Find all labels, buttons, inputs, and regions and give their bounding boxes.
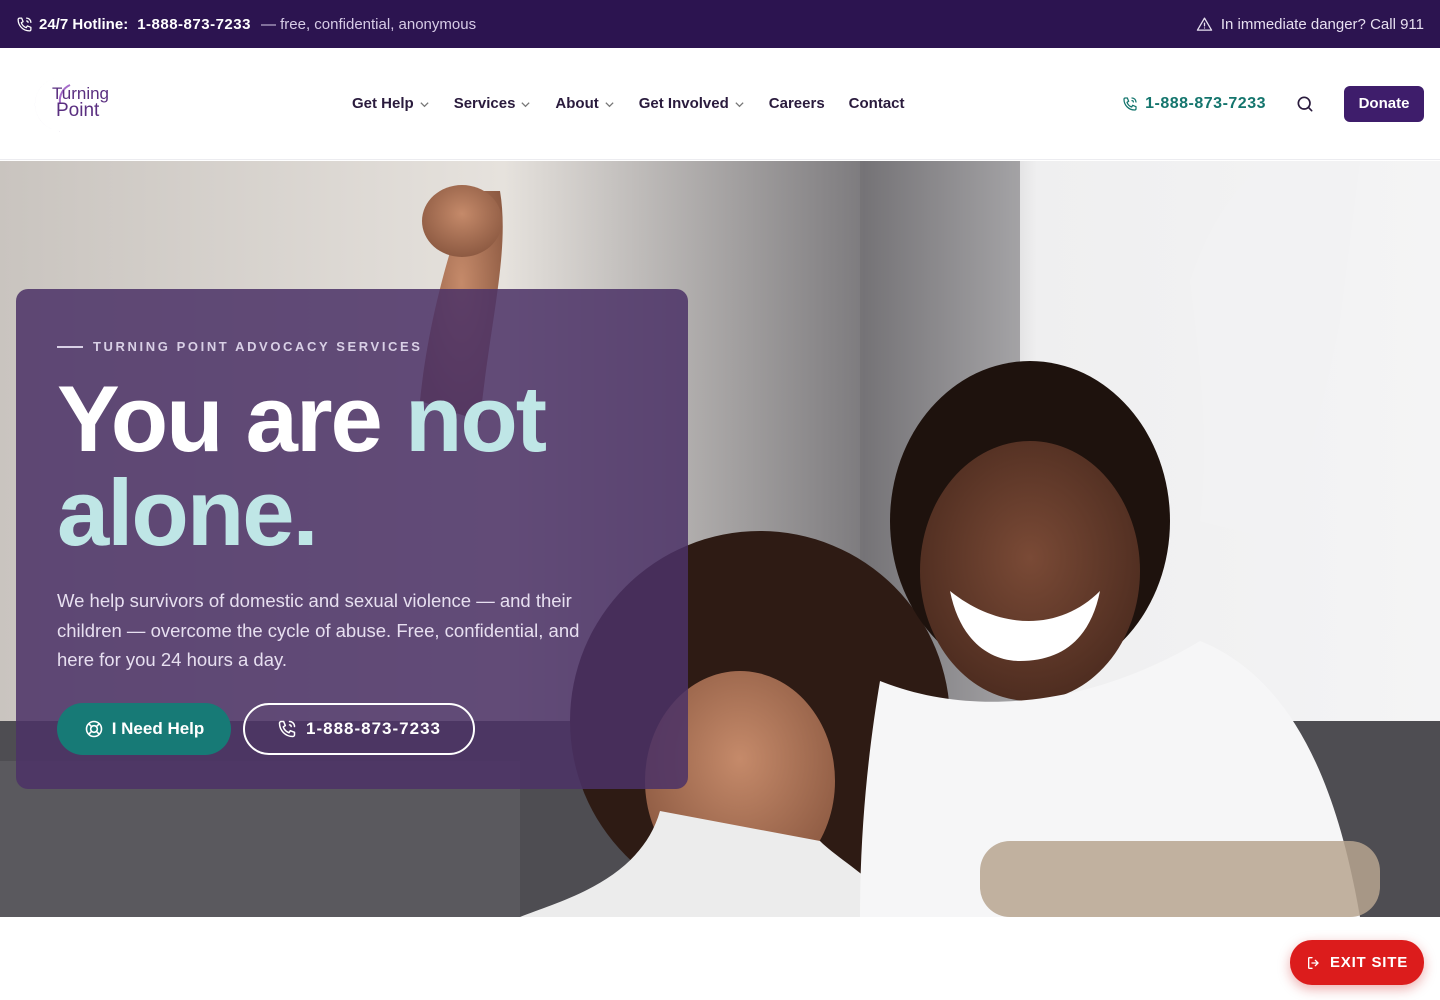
hotline-label: 24/7 Hotline: xyxy=(39,15,129,33)
search-button[interactable] xyxy=(1294,93,1316,115)
need-help-label: I Need Help xyxy=(111,718,205,738)
phone-icon xyxy=(278,720,296,737)
search-icon xyxy=(1297,96,1313,111)
header-phone-number: 1-888-873-7233 xyxy=(1145,94,1266,112)
nav-label: About xyxy=(555,95,599,112)
hero-cta-row: I Need Help 1-888-873-7233 xyxy=(57,702,647,755)
headline-part1: You are xyxy=(57,366,383,471)
emergency-text: In immediate danger? Call 911 xyxy=(1220,15,1424,33)
headline-accent-1: not xyxy=(404,366,547,471)
warning-icon xyxy=(1196,16,1213,33)
hero-eyebrow: TURNING POINT ADVOCACY SERVICES xyxy=(57,339,647,354)
nav-careers[interactable]: Careers xyxy=(769,95,825,112)
chevron-down-icon xyxy=(521,101,531,107)
call-hotline-button[interactable]: 1-888-873-7233 xyxy=(243,702,475,755)
header-actions: 1-888-873-7233 Donate xyxy=(1122,85,1424,122)
header-phone-link[interactable]: 1-888-873-7233 xyxy=(1122,95,1266,113)
logo-line2: Point xyxy=(56,99,100,121)
emergency-notice: In immediate danger? Call 911 xyxy=(1196,16,1424,33)
nav-label: Services xyxy=(453,95,516,112)
nav-get-involved[interactable]: Get Involved xyxy=(639,95,745,112)
nav-services[interactable]: Services xyxy=(454,95,532,112)
hero-section: TURNING POINT ADVOCACY SERVICES You are … xyxy=(0,161,1440,917)
nav-contact[interactable]: Contact xyxy=(849,95,905,112)
hero-card: TURNING POINT ADVOCACY SERVICES You are … xyxy=(16,289,688,789)
phone-icon xyxy=(16,16,33,33)
nav-about[interactable]: About xyxy=(555,95,614,112)
hotline-bar: 24/7 Hotline: 1-888-873-7233 — free, con… xyxy=(0,0,1440,48)
nav-get-help[interactable]: Get Help xyxy=(352,95,430,112)
hotline-number-link[interactable]: 1-888-873-7233 xyxy=(137,16,251,33)
hotline-note: — free, confidential, anonymous xyxy=(260,15,477,33)
main-nav: Get Help Services About Get Involved Car… xyxy=(352,95,905,112)
site-header: Turning Point Get Help Services About Ge… xyxy=(0,48,1440,160)
chevron-down-icon xyxy=(735,101,744,107)
lifebuoy-icon xyxy=(85,720,102,737)
exit-site-label: EXIT SITE xyxy=(1329,954,1409,971)
phone-icon xyxy=(1123,96,1137,111)
call-hotline-label: 1-888-873-7233 xyxy=(306,718,441,738)
nav-label: Get Help xyxy=(352,95,414,112)
hotline-info[interactable]: 24/7 Hotline: 1-888-873-7233 — free, con… xyxy=(16,16,476,33)
need-help-button[interactable]: I Need Help xyxy=(57,702,231,755)
logo[interactable]: Turning Point xyxy=(26,73,116,135)
hero-subtext: We help survivors of domestic and sexual… xyxy=(57,590,580,670)
nav-label: Contact xyxy=(848,95,905,112)
logo-line1: Turning xyxy=(52,83,110,103)
exit-icon xyxy=(1307,956,1319,969)
donate-button[interactable]: Donate xyxy=(1344,85,1424,122)
hero-headline: You are not alone. xyxy=(57,372,647,560)
logo-wordmark: Turning Point xyxy=(52,83,110,121)
chevron-down-icon xyxy=(420,101,429,107)
eyebrow-rule xyxy=(57,345,83,348)
eyebrow-text: TURNING POINT ADVOCACY SERVICES xyxy=(93,339,423,354)
headline-accent-2: alone. xyxy=(57,460,319,565)
chevron-down-icon xyxy=(605,101,614,107)
nav-label: Careers xyxy=(768,95,825,112)
exit-site-button[interactable]: EXIT SITE xyxy=(1290,940,1424,985)
nav-label: Get Involved xyxy=(638,95,729,112)
